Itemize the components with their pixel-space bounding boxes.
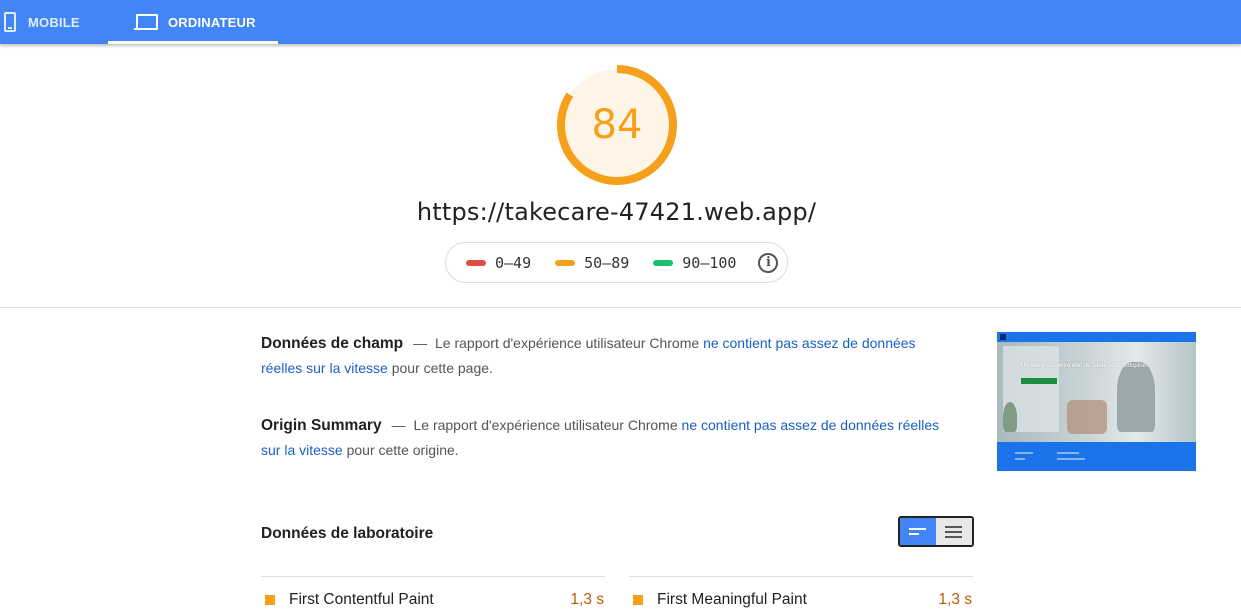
tab-desktop-label: ORDINATEUR: [168, 14, 256, 30]
compact-view-button[interactable]: [900, 518, 936, 545]
thumb-footer-line: [1015, 458, 1025, 460]
metric-fmp-value: 1,3 s: [938, 591, 972, 608]
legend-average-label: 50–89: [584, 253, 630, 272]
performance-score-gauge: 84: [556, 64, 678, 186]
thumb-headline: Un doute sur votre état de santé vous tu…: [1021, 363, 1151, 369]
thumb-chair: [1067, 400, 1107, 434]
legend-item-average: 50–89: [555, 254, 629, 272]
laptop-icon: [134, 14, 158, 30]
thumb-person: [1117, 362, 1155, 432]
final-screenshot-thumbnail[interactable]: Un doute sur votre état de santé vous tu…: [997, 332, 1196, 471]
field-data-text-before: Le rapport d'expérience utilisateur Chro…: [435, 335, 700, 351]
score-scale-legend: 0–49 50–89 90–100 i: [445, 242, 788, 283]
tab-mobile-label: MOBILE: [28, 14, 80, 30]
metric-fcp: First Contentful Paint: [261, 588, 434, 612]
expanded-view-button[interactable]: [936, 518, 972, 545]
phone-icon: [4, 12, 16, 32]
metric-divider: [629, 576, 973, 577]
legend-fail-label: 0–49: [495, 253, 532, 272]
legend-pass-marker: [653, 259, 674, 266]
tab-mobile[interactable]: MOBILE: [0, 0, 108, 44]
page-url: https://takecare-47421.web.app/: [416, 198, 817, 226]
thumb-footer-line: [1057, 458, 1085, 460]
expanded-line-icon: [945, 530, 962, 533]
metric-divider: [261, 576, 605, 577]
legend-pass-label: 90–100: [682, 253, 737, 272]
metric-fmp: First Meaningful Paint: [629, 588, 807, 612]
field-data-dash: —: [413, 335, 428, 351]
metric-fmp-label: First Meaningful Paint: [657, 591, 807, 608]
legend-fail-marker: [466, 259, 486, 266]
average-status-icon: [633, 595, 643, 605]
thumb-footer-line: [1015, 452, 1033, 454]
metric-fcp-value: 1,3 s: [570, 591, 604, 608]
tab-desktop[interactable]: ORDINATEUR: [108, 0, 278, 44]
expanded-line-icon: [945, 535, 962, 538]
lab-data-title: Données de laboratoire: [261, 525, 434, 542]
metric-fcp-label: First Contentful Paint: [289, 591, 434, 608]
info-icon[interactable]: i: [758, 252, 779, 273]
thumb-footer: [997, 442, 1196, 471]
thumb-plant: [1003, 402, 1017, 432]
metrics-view-toggle: [898, 516, 974, 547]
origin-summary-title: Origin Summary: [261, 417, 382, 434]
origin-summary-dash: —: [391, 417, 406, 433]
legend-average-marker: [555, 259, 576, 266]
thumb-logo: [1000, 334, 1006, 340]
field-data-title: Données de champ: [261, 335, 404, 352]
device-tab-bar: MOBILE ORDINATEUR: [0, 0, 1241, 44]
origin-summary-text-before: Le rapport d'expérience utilisateur Chro…: [413, 417, 678, 433]
section-divider: [0, 307, 1241, 308]
thumb-cta-button: [1021, 378, 1057, 384]
compact-line-icon: [909, 528, 926, 530]
expanded-line-icon: [945, 525, 962, 528]
legend-item-fail: 0–49: [466, 254, 531, 272]
origin-summary-text-after: pour cette origine.: [346, 442, 459, 458]
thumb-navbar: [997, 332, 1196, 342]
field-data-section: Données de champ — Le rapport d'expérienc…: [261, 331, 941, 381]
origin-summary-section: Origin Summary — Le rapport d'expérience …: [261, 413, 941, 463]
average-status-icon: [265, 595, 275, 605]
legend-item-pass: 90–100: [653, 254, 736, 272]
field-data-text-after: pour cette page.: [391, 360, 493, 376]
compact-line-icon: [909, 533, 919, 535]
thumb-hero-image: [997, 342, 1196, 442]
score-value: 84: [591, 102, 643, 148]
thumb-footer-line: [1057, 452, 1079, 454]
